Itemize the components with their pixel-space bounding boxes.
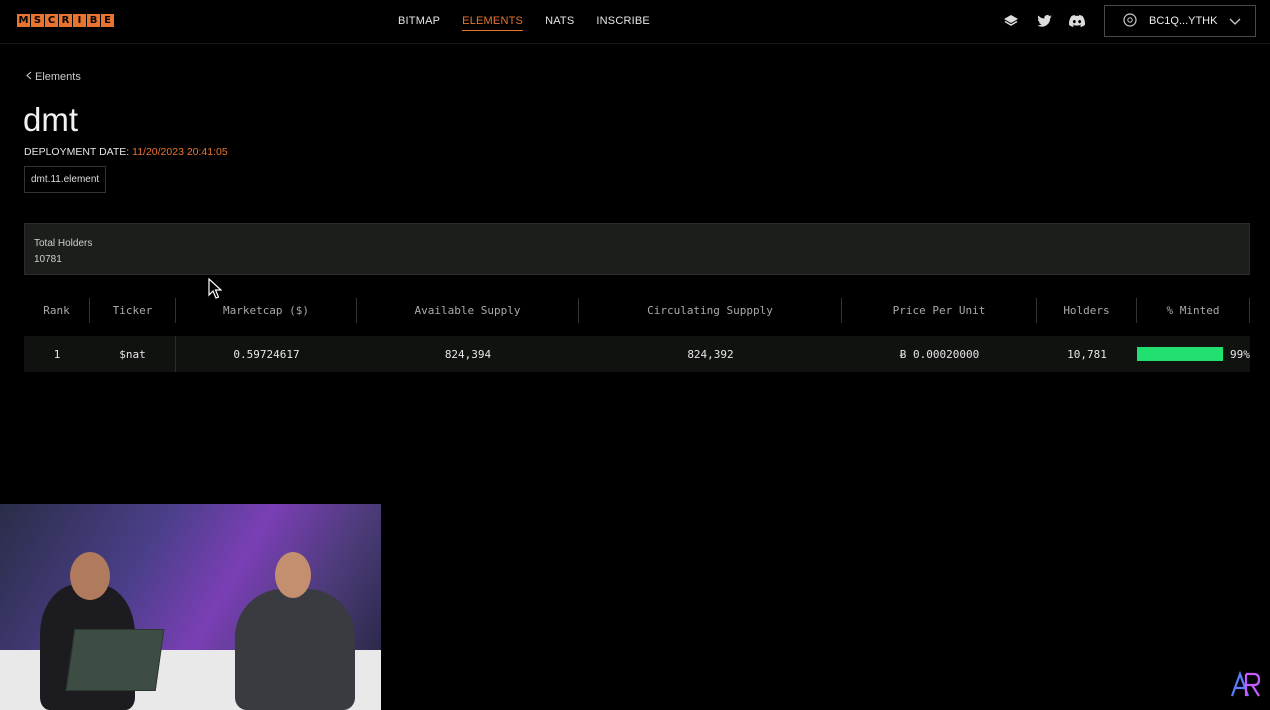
header-ticker[interactable]: Ticker <box>90 298 176 323</box>
total-holders-panel: Total Holders 10781 <box>24 223 1250 275</box>
wallet-button[interactable]: BC1Q...YTHK <box>1104 5 1256 37</box>
minted-progress-bar <box>1137 347 1224 361</box>
minted-progress-fill <box>1137 347 1224 361</box>
cell-circulating-supply: 824,392 <box>687 347 734 361</box>
header-minted[interactable]: % Minted <box>1137 298 1250 323</box>
deployment-label: DEPLOYMENT DATE: <box>24 146 130 158</box>
stack-icon[interactable] <box>1002 13 1020 29</box>
cell-ticker: $nat <box>90 336 176 372</box>
cell-marketcap: 0.59724617 <box>233 347 300 361</box>
header-price-per-unit[interactable]: Price Per Unit <box>842 298 1037 323</box>
table-row[interactable]: 1 $nat 0.59724617 824,394 824,392 Ƀ 0.00… <box>24 336 1250 372</box>
deployment-info: DEPLOYMENT DATE: 11/20/2023 20:41:05 <box>24 146 228 158</box>
total-holders-value: 10781 <box>34 254 62 265</box>
element-tag: dmt.11.element <box>24 166 107 193</box>
mouse-pointer-icon <box>208 277 223 305</box>
discord-icon[interactable] <box>1068 13 1086 29</box>
top-nav-bar: MSCRIBE BITMAP ELEMENTS NATS INSCRIBE BC… <box>0 0 1270 44</box>
channel-watermark-icon <box>1228 670 1262 705</box>
presenter-right <box>235 589 355 710</box>
laptop <box>65 629 165 691</box>
cell-minted-percent: 99% <box>1230 347 1250 361</box>
presenter-right-head <box>275 552 311 598</box>
logo-letter: R <box>59 14 72 27</box>
page-title: dmt <box>23 101 79 138</box>
header-rank[interactable]: Rank <box>24 298 90 323</box>
wallet-address: BC1Q...YTHK <box>1149 15 1218 27</box>
nav-elements[interactable]: ELEMENTS <box>462 15 524 31</box>
header-holders[interactable]: Holders <box>1037 298 1137 323</box>
chevron-down-icon <box>1229 15 1241 30</box>
chevron-left-icon <box>26 71 32 83</box>
logo-letter: I <box>73 14 86 27</box>
cell-price-per-unit: Ƀ 0.00020000 <box>899 347 980 361</box>
nav-bitmap[interactable]: BITMAP <box>398 15 440 31</box>
nav-nats[interactable]: NATS <box>545 15 574 31</box>
nav-inscribe[interactable]: INSCRIBE <box>596 15 650 31</box>
logo-letter: S <box>31 14 44 27</box>
logo-letter: M <box>17 14 30 27</box>
logo-letter: E <box>101 14 114 27</box>
presenter-left-head <box>70 552 110 600</box>
cell-available-supply: 824,394 <box>444 347 492 361</box>
wallet-icon <box>1123 12 1137 30</box>
logo-letter: C <box>45 14 58 27</box>
webcam-video-overlay <box>0 504 381 710</box>
logo-letter: B <box>87 14 100 27</box>
back-link-label: Elements <box>35 71 81 83</box>
twitter-icon[interactable] <box>1035 13 1053 29</box>
header-marketcap[interactable]: Marketcap ($) <box>176 298 357 323</box>
mscribe-logo[interactable]: MSCRIBE <box>17 14 114 27</box>
cell-rank: 1 <box>53 347 61 361</box>
cell-holders: 10,781 <box>1067 347 1107 361</box>
header-circulating-supply[interactable]: Circulating Suppply <box>579 298 842 323</box>
total-holders-label: Total Holders <box>34 238 93 249</box>
back-link[interactable]: Elements <box>26 71 81 83</box>
deployment-date: 11/20/2023 20:41:05 <box>132 146 228 158</box>
main-nav: BITMAP ELEMENTS NATS INSCRIBE <box>398 15 650 31</box>
header-available-supply[interactable]: Available Supply <box>357 298 579 323</box>
